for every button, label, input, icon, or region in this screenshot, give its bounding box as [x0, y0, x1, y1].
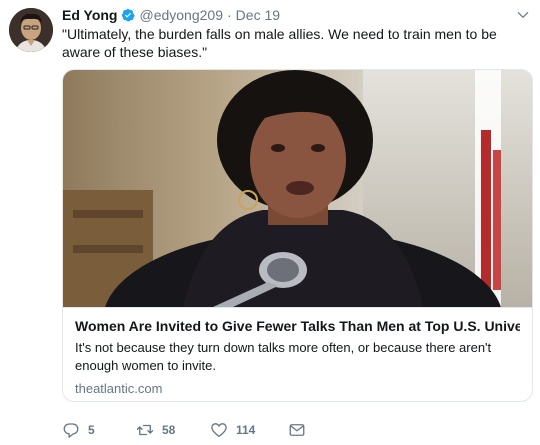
heart-icon: [211, 423, 227, 438]
retweet-button[interactable]: 58: [136, 421, 210, 439]
tweet-header: Ed Yong @edyong209 · Dec 19: [62, 6, 280, 24]
reply-count: 5: [88, 423, 95, 437]
author-handle[interactable]: @edyong209: [139, 7, 223, 23]
tweet[interactable]: Ed Yong @edyong209 · Dec 19 "Ultimately,…: [0, 0, 540, 445]
card-body: Women Are Invited to Give Fewer Talks Th…: [63, 307, 532, 398]
envelope-icon: [289, 424, 305, 436]
verified-badge-icon: [122, 8, 136, 22]
card-image: [63, 70, 532, 307]
like-count: 114: [236, 423, 256, 437]
tweet-actions: 5 58 114: [62, 420, 306, 440]
card-domain: theatlantic.com: [75, 381, 163, 396]
link-card[interactable]: Women Are Invited to Give Fewer Talks Th…: [62, 69, 533, 402]
author-name[interactable]: Ed Yong: [62, 7, 117, 23]
retweet-icon: [136, 424, 154, 436]
avatar-image: [9, 8, 53, 52]
reply-icon: [63, 423, 79, 438]
retweet-count: 58: [162, 423, 176, 437]
card-title[interactable]: Women Are Invited to Give Fewer Talks Th…: [75, 317, 520, 336]
chevron-down-icon[interactable]: [516, 8, 530, 22]
card-description: It's not because they turn down talks mo…: [75, 340, 492, 373]
tweet-date[interactable]: Dec 19: [236, 7, 280, 23]
reply-button[interactable]: 5: [62, 421, 136, 439]
avatar[interactable]: [9, 8, 53, 52]
separator-dot: ·: [227, 7, 232, 23]
like-button[interactable]: 114: [210, 421, 288, 439]
direct-message-button[interactable]: [288, 421, 306, 439]
tweet-text: "Ultimately, the burden falls on male al…: [62, 26, 497, 60]
